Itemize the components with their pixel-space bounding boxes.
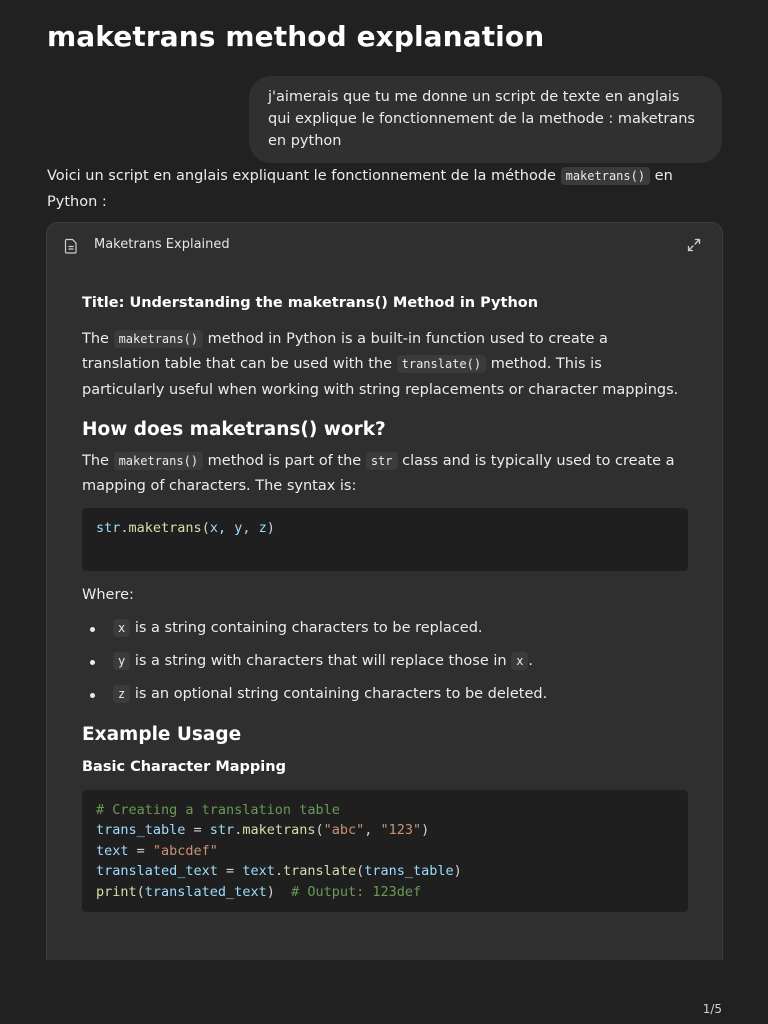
page-title: maketrans method explanation [47, 20, 545, 53]
where-label: Where: [82, 586, 134, 603]
text-span: method is part of the [203, 452, 366, 469]
code-token: x [209, 519, 218, 536]
heading-how-it-works: How does maketrans() work? [82, 419, 386, 440]
code-token: = [185, 822, 210, 838]
code-token: ) [266, 519, 275, 536]
code-token: . [120, 519, 129, 536]
code-token: ( [136, 883, 145, 900]
code-token: maketrans [128, 519, 202, 536]
heading-basic-mapping: Basic Character Mapping [82, 759, 286, 775]
user-message-bubble: j'aimerais que tu me donne un script de … [249, 76, 722, 163]
inline-code: maketrans() [560, 167, 651, 185]
code-token: text [242, 863, 275, 879]
inline-code: maketrans() [113, 329, 204, 348]
code-token: trans_table [96, 822, 186, 838]
paragraph-intro: The maketrans() method in Python is a bu… [82, 327, 688, 404]
code-token: # Output: 123def [291, 883, 422, 900]
canvas-header: Maketrans Explained [47, 223, 722, 269]
code-token: translated_text [96, 863, 218, 879]
syntax-code-block: str.maketrans(x, y, z) [82, 507, 688, 571]
canvas-panel: Maketrans Explained Title: Understanding… [46, 222, 723, 960]
inline-code: x [113, 619, 131, 637]
code-token: translated_text [144, 883, 267, 900]
expand-icon[interactable] [687, 238, 701, 252]
code-token: z [258, 519, 267, 536]
code-token: "123" [380, 822, 422, 838]
document-title-line: Title: Understanding the maketrans() Met… [82, 295, 539, 311]
code-token: maketrans [242, 822, 316, 838]
text-span: The [82, 452, 114, 469]
code-token: ( [315, 822, 324, 838]
code-token: trans_table [364, 863, 454, 879]
inline-code: y [113, 652, 131, 670]
code-token: , [242, 519, 259, 536]
inline-code: z [113, 685, 131, 703]
code-token: . [274, 863, 283, 879]
assistant-intro: Voici un script en anglais expliquant le… [47, 163, 727, 215]
heading-example-usage: Example Usage [82, 723, 242, 745]
text-span: is a string containing characters to be … [130, 620, 483, 636]
code-token: # Creating a translation table [96, 801, 340, 818]
inline-code: str [365, 451, 398, 470]
code-token: "abc" [323, 822, 365, 838]
code-token: = [128, 842, 153, 859]
example-code-block: # Creating a translation table trans_tab… [82, 789, 688, 912]
code-token: str [209, 822, 235, 838]
code-token: translate [282, 863, 357, 879]
code-token: ) [266, 883, 275, 900]
code-token: , [364, 822, 381, 838]
code-token: text [96, 842, 129, 859]
inline-code: maketrans() [113, 451, 204, 470]
code-token: "abcdef" [152, 842, 218, 859]
code-token: ) [453, 863, 462, 879]
page-counter: 1/5 [702, 1002, 722, 1016]
code-token: = [217, 863, 243, 879]
document-body: Title: Understanding the maketrans() Met… [82, 291, 688, 922]
code-token: , [217, 519, 235, 536]
intro-text: Voici un script en anglais expliquant le… [47, 168, 561, 184]
list-item: z is an optional string containing chara… [82, 682, 688, 708]
list-item: y is a string with characters that will … [82, 649, 688, 675]
code-token: ) [421, 822, 430, 838]
canvas-title: Maketrans Explained [94, 237, 230, 252]
code-token: str [96, 519, 121, 536]
paragraph-syntax: The maketrans() method is part of the st… [82, 449, 688, 500]
inline-code: translate() [396, 355, 487, 373]
text-span: is an optional string containing charact… [130, 686, 548, 702]
code-token: ( [201, 519, 210, 536]
text-span: is a string with characters that will re… [130, 653, 512, 669]
list-item: x is a string containing characters to b… [82, 616, 688, 642]
text-span: . [528, 653, 534, 669]
document-icon [64, 238, 77, 254]
text-span: The [82, 330, 114, 347]
code-token: print [96, 883, 137, 900]
parameter-list: x is a string containing characters to b… [82, 616, 688, 708]
inline-code: x [511, 652, 529, 670]
